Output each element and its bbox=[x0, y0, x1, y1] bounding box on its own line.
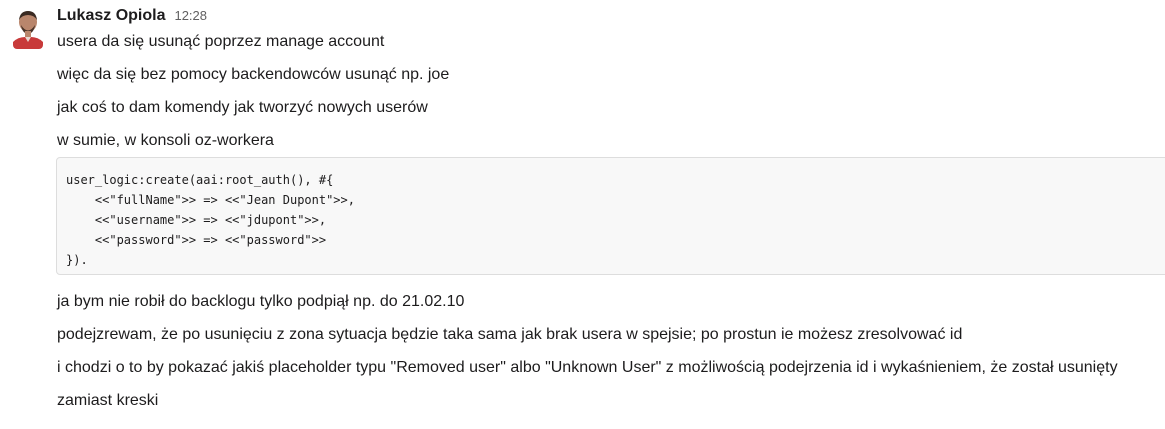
code-block: user_logic:create(aai:root_auth(), #{ <<… bbox=[56, 157, 1165, 275]
message-line: zamiast kreski bbox=[57, 392, 159, 409]
chat-message: Lukasz Opiola 12:28 usera da się usunąć … bbox=[0, 0, 1165, 429]
user-avatar[interactable] bbox=[13, 9, 43, 49]
message-header: Lukasz Opiola 12:28 bbox=[57, 7, 207, 29]
message-timestamp[interactable]: 12:28 bbox=[174, 8, 207, 23]
code-line: <<"password">> => <<"password">> bbox=[66, 233, 327, 247]
message-line: i chodzi o to by pokazać jakiś placehold… bbox=[57, 359, 1118, 376]
message-line: jak coś to dam komendy jak tworzyć nowyc… bbox=[57, 99, 428, 116]
message-line: podejzrewam, że po usunięciu z zona sytu… bbox=[57, 326, 963, 343]
code-line: user_logic:create(aai:root_auth(), #{ bbox=[66, 173, 334, 187]
message-line: ja bym nie robił do backlogu tylko podpi… bbox=[57, 293, 465, 310]
code-line: <<"fullName">> => <<"Jean Dupont">>, bbox=[66, 193, 355, 207]
author-name[interactable]: Lukasz Opiola bbox=[57, 7, 165, 25]
message-line: usera da się usunąć poprzez manage accou… bbox=[57, 33, 385, 50]
code-line: <<"username">> => <<"jdupont">>, bbox=[66, 213, 327, 227]
message-line: więc da się bez pomocy backendowców usun… bbox=[57, 66, 450, 83]
message-line: w sumie, w konsoli oz-workera bbox=[57, 132, 274, 149]
code-line: }). bbox=[66, 253, 88, 267]
